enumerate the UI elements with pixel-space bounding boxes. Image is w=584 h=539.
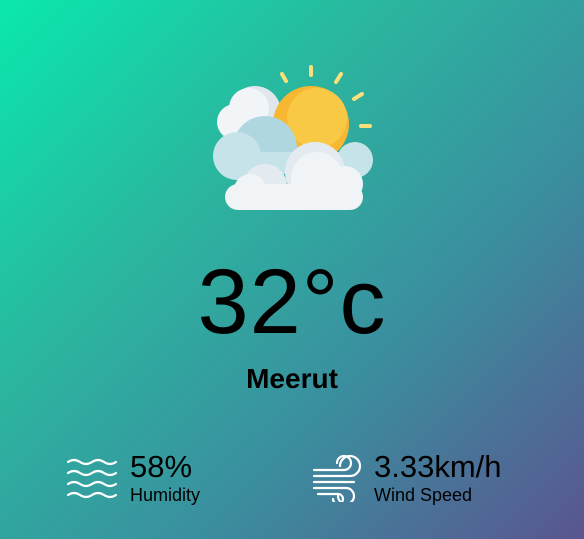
humidity-label: Humidity — [130, 485, 201, 505]
wind-icon — [312, 454, 362, 502]
city-name: Meerut — [246, 363, 338, 394]
weather-card: 32°c Meerut 58% Humidity 3.33km/h Wind S… — [0, 0, 584, 539]
temperature-value: 32°c — [197, 251, 387, 353]
partly-cloudy-sun-icon — [213, 65, 373, 210]
humidity-detail: 58% Humidity — [66, 450, 200, 506]
wind-speed-value: 3.33km/h — [374, 449, 502, 484]
wind-detail: 3.33km/h Wind Speed — [310, 450, 502, 506]
humidity-waves-icon — [66, 458, 118, 499]
humidity-value: 58% — [130, 449, 193, 484]
wind-speed-label: Wind Speed — [374, 485, 473, 505]
